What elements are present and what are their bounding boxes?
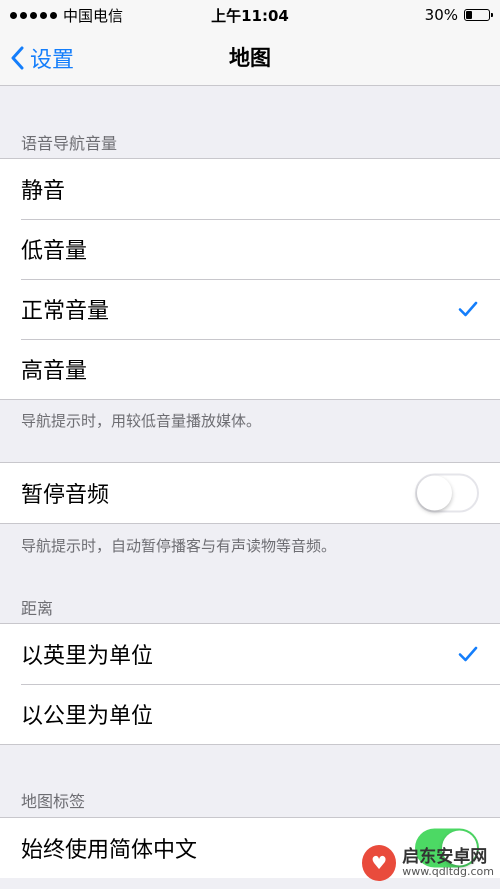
status-right: 30% xyxy=(424,6,493,24)
checkmark-icon xyxy=(458,301,478,317)
option-label: 静音 xyxy=(21,179,66,204)
pause-audio-group: 暂停音频 xyxy=(0,462,500,524)
status-bar: 中国电信 上午11:04 30% xyxy=(0,0,500,30)
option-miles[interactable]: 以英里为单位 xyxy=(0,624,500,684)
always-simplified-chinese-label: 始终使用简体中文 xyxy=(21,838,198,863)
distance-group: 以英里为单位 以公里为单位 xyxy=(0,623,500,745)
option-normal-volume[interactable]: 正常音量 xyxy=(0,279,500,339)
battery-level-fill xyxy=(466,11,472,19)
voice-volume-group: 静音 低音量 正常音量 高音量 xyxy=(0,158,500,400)
section-header-voice-volume: 语音导航音量 xyxy=(21,134,118,153)
voice-volume-footer: 导航提示时，用较低音量播放媒体。 xyxy=(21,412,262,430)
option-low-volume[interactable]: 低音量 xyxy=(0,219,500,279)
carrier-name: 中国电信 xyxy=(63,6,124,25)
option-kilometers[interactable]: 以公里为单位 xyxy=(0,684,500,744)
watermark-url: www.qdltdg.com xyxy=(402,865,494,879)
section-header-map-labels: 地图标签 xyxy=(21,792,86,811)
option-label: 以英里为单位 xyxy=(21,644,154,669)
status-left: 中国电信 xyxy=(10,5,123,26)
pause-audio-label: 暂停音频 xyxy=(21,483,110,508)
page-title: 地图 xyxy=(229,46,271,70)
battery-percent: 30% xyxy=(424,6,458,24)
watermark-logo-icon: ♥ xyxy=(362,845,397,881)
option-label: 高音量 xyxy=(21,359,88,384)
pause-audio-toggle[interactable] xyxy=(415,473,479,513)
checkmark-icon xyxy=(458,646,478,662)
signal-strength-icon xyxy=(10,11,57,19)
option-label: 以公里为单位 xyxy=(21,704,154,729)
option-label: 正常音量 xyxy=(21,299,110,324)
toggle-knob xyxy=(417,475,452,511)
battery-icon xyxy=(464,9,493,21)
pause-audio-footer: 导航提示时，自动暂停播客与有声读物等音频。 xyxy=(21,537,337,555)
watermark: ♥ 启东安卓网 www.qdltdg.com xyxy=(362,841,494,885)
option-high-volume[interactable]: 高音量 xyxy=(0,339,500,399)
section-header-distance: 距离 xyxy=(21,599,54,618)
pause-audio-row: 暂停音频 xyxy=(0,463,500,523)
option-mute[interactable]: 静音 xyxy=(0,159,500,219)
navigation-bar: 设置 地图 xyxy=(0,30,500,86)
option-label: 低音量 xyxy=(21,239,88,264)
watermark-title: 启东安卓网 xyxy=(402,846,488,867)
